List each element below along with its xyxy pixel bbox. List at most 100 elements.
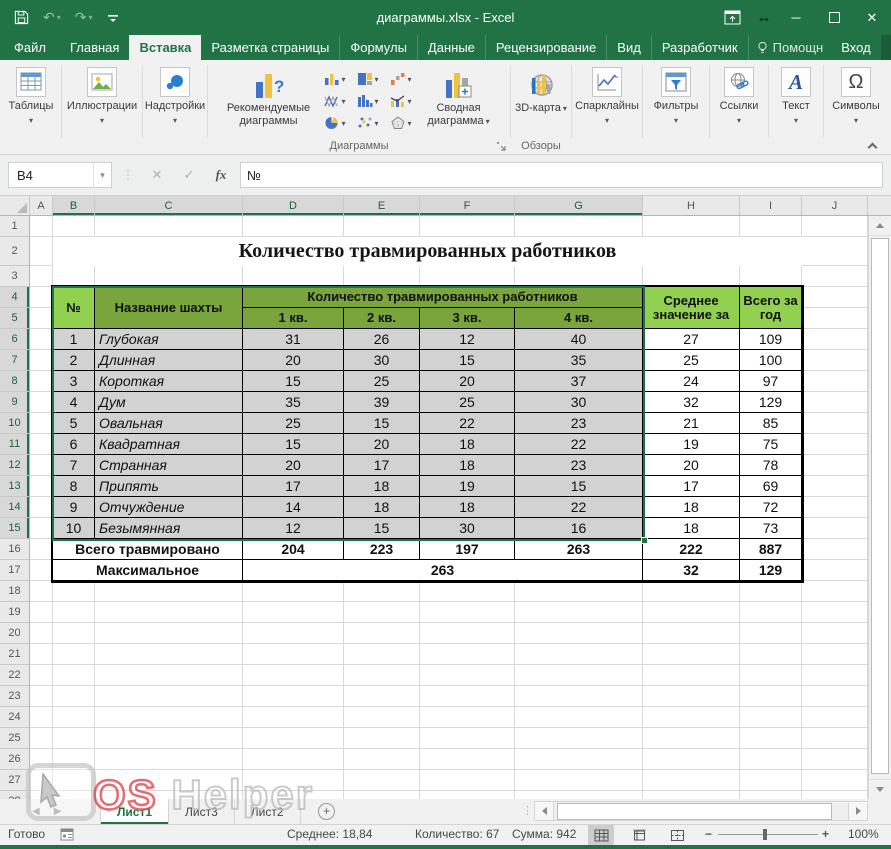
max-label-cell[interactable]: Максимальное (53, 560, 243, 581)
spreadsheet-cells[interactable]: Количество травмированных работников № Н… (30, 216, 868, 799)
row-1-num-cell[interactable]: 1 (53, 329, 95, 350)
row-8-q2-cell[interactable]: 18 (344, 476, 420, 497)
row-6-q4-cell[interactable]: 22 (515, 434, 643, 455)
zoom-level[interactable]: 100% (848, 827, 879, 841)
row-header-3[interactable]: 3 (0, 266, 29, 287)
row-header-9[interactable]: 9 (0, 392, 29, 413)
row-6-q1-cell[interactable]: 15 (243, 434, 344, 455)
row-10-q1-cell[interactable]: 12 (243, 518, 344, 539)
row-9-q1-cell[interactable]: 14 (243, 497, 344, 518)
row-8-q4-cell[interactable]: 15 (515, 476, 643, 497)
row-header-11[interactable]: 11 (0, 434, 29, 455)
row-4-q4-cell[interactable]: 30 (515, 392, 643, 413)
header-cell-num[interactable]: № (53, 287, 95, 329)
status-count[interactable]: Количество: 67 (415, 827, 499, 841)
row-1-name-cell[interactable]: Глубокая (95, 329, 243, 350)
horizontal-scrollbar[interactable] (534, 801, 868, 821)
row-2-q2-cell[interactable]: 30 (344, 350, 420, 371)
share-button[interactable]: Общий доступ (881, 35, 891, 60)
row-9-num-cell[interactable]: 9 (53, 497, 95, 518)
sheet-tab-list1[interactable]: Лист1 (100, 799, 169, 824)
row-7-q2-cell[interactable]: 17 (344, 455, 420, 476)
ribbon-display-options-button[interactable] (713, 0, 751, 35)
header-cell-q3[interactable]: 3 кв. (420, 308, 515, 329)
row-header-2[interactable]: 2 (0, 237, 29, 266)
column-header-J[interactable]: J (802, 196, 868, 215)
row-4-total-cell[interactable]: 129 (740, 392, 802, 413)
row-3-q2-cell[interactable]: 25 (344, 371, 420, 392)
tables-button[interactable]: Таблицы ▾ (2, 65, 60, 140)
totals-q3-cell[interactable]: 197 (420, 539, 515, 560)
insert-combo-chart-button[interactable]: ▾ (385, 94, 418, 108)
row-2-name-cell[interactable]: Длинная (95, 350, 243, 371)
row-5-q4-cell[interactable]: 23 (515, 413, 643, 434)
sheet-tab-list2[interactable]: Лист2 (235, 799, 301, 824)
insert-column-chart-button[interactable]: ▾ (319, 72, 352, 86)
header-cell-q4[interactable]: 4 кв. (515, 308, 643, 329)
row-7-q3-cell[interactable]: 18 (420, 455, 515, 476)
row-header-5[interactable]: 5 (0, 308, 29, 329)
row-header-15[interactable]: 15 (0, 518, 29, 539)
row-header-14[interactable]: 14 (0, 497, 29, 518)
sparklines-button[interactable]: Спарклайны ▾ (573, 65, 641, 140)
name-box[interactable]: B4 ▾ (8, 162, 112, 188)
insert-function-icon[interactable]: fx (208, 167, 234, 183)
page-break-view-button[interactable] (664, 825, 690, 845)
row-6-average-cell[interactable]: 19 (643, 434, 740, 455)
column-header-G[interactable]: G (515, 196, 643, 215)
tab-page-layout[interactable]: Разметка страницы (201, 35, 340, 60)
row-header-17[interactable]: 17 (0, 560, 29, 581)
minimize-button[interactable]: ─ (777, 0, 815, 35)
header-cell-q2[interactable]: 2 кв. (344, 308, 420, 329)
status-average[interactable]: Среднее: 18,84 (287, 827, 372, 841)
normal-view-button[interactable] (588, 825, 614, 845)
row-7-name-cell[interactable]: Странная (95, 455, 243, 476)
redo-button[interactable]: ↷▾ (75, 9, 93, 26)
row-3-num-cell[interactable]: 3 (53, 371, 95, 392)
row-3-name-cell[interactable]: Короткая (95, 371, 243, 392)
row-header-19[interactable]: 19 (0, 602, 29, 623)
insert-waterfall-chart-button[interactable]: ▾ (385, 72, 418, 86)
row-8-total-cell[interactable]: 69 (740, 476, 802, 497)
row-4-q3-cell[interactable]: 25 (420, 392, 515, 413)
header-cell-year-total[interactable]: Всего за год (740, 287, 802, 329)
row-9-total-cell[interactable]: 72 (740, 497, 802, 518)
row-header-13[interactable]: 13 (0, 476, 29, 497)
row-3-total-cell[interactable]: 97 (740, 371, 802, 392)
row-1-average-cell[interactable]: 27 (643, 329, 740, 350)
tab-file[interactable]: Файл (0, 35, 60, 60)
row-header-16[interactable]: 16 (0, 539, 29, 560)
row-6-total-cell[interactable]: 75 (740, 434, 802, 455)
charts-dialog-launcher-icon[interactable] (496, 141, 507, 152)
column-header-E[interactable]: E (344, 196, 420, 215)
horizontal-scroll-thumb[interactable] (557, 803, 832, 820)
max-average-cell[interactable]: 32 (643, 560, 740, 581)
status-sum[interactable]: Сумма: 942 (512, 827, 576, 841)
max-value-cell[interactable]: 263 (243, 560, 643, 581)
sheet-tab-list3[interactable]: Лист3 (169, 799, 235, 824)
totals-average-cell[interactable]: 222 (643, 539, 740, 560)
tab-developer[interactable]: Разработчик (652, 35, 749, 60)
row-header-25[interactable]: 25 (0, 728, 29, 749)
scroll-right-icon[interactable] (848, 801, 868, 821)
row-4-name-cell[interactable]: Дум (95, 392, 243, 413)
tab-insert[interactable]: Вставка (129, 35, 201, 60)
row-2-total-cell[interactable]: 100 (740, 350, 802, 371)
totals-q4-cell[interactable]: 263 (515, 539, 643, 560)
undo-button[interactable]: ↶▾ (43, 9, 61, 26)
row-3-q4-cell[interactable]: 37 (515, 371, 643, 392)
save-icon[interactable] (14, 10, 29, 25)
filters-button[interactable]: Фильтры ▾ (644, 65, 708, 140)
row-header-26[interactable]: 26 (0, 749, 29, 770)
row-7-q1-cell[interactable]: 20 (243, 455, 344, 476)
row-8-average-cell[interactable]: 17 (643, 476, 740, 497)
row-4-q1-cell[interactable]: 35 (243, 392, 344, 413)
row-3-q1-cell[interactable]: 15 (243, 371, 344, 392)
sheet-nav-left-icon[interactable]: ◀ (32, 806, 40, 817)
row-8-q1-cell[interactable]: 17 (243, 476, 344, 497)
row-4-num-cell[interactable]: 4 (53, 392, 95, 413)
row-6-name-cell[interactable]: Квадратная (95, 434, 243, 455)
scroll-left-icon[interactable] (534, 801, 554, 821)
row-6-num-cell[interactable]: 6 (53, 434, 95, 455)
row-6-q3-cell[interactable]: 18 (420, 434, 515, 455)
